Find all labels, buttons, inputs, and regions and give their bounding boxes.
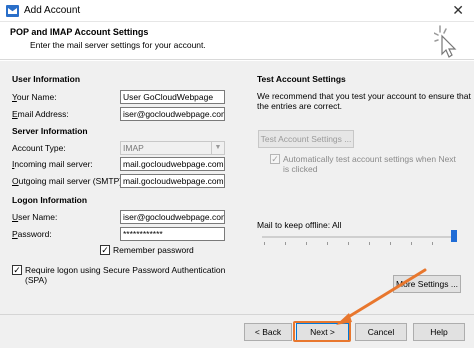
dialog-header: POP and IMAP Account Settings Enter the … — [0, 22, 474, 60]
account-type-value: IMAP — [123, 143, 144, 153]
outlook-mail-icon — [6, 5, 19, 17]
slider-tick — [411, 242, 412, 245]
header-title: POP and IMAP Account Settings — [10, 27, 149, 37]
back-button[interactable]: < Back — [244, 323, 292, 341]
title-bar: Add Account ✕ — [0, 0, 474, 22]
next-button-highlight — [293, 321, 351, 342]
outgoing-server-input[interactable]: mail.gocloudwebpage.com — [120, 174, 225, 188]
mail-offline-value: All — [332, 220, 342, 230]
account-type-label: Account Type: — [12, 143, 66, 153]
user-name-label: User Name: — [12, 212, 58, 222]
email-address-input[interactable]: iser@gocloudwebpage.com — [120, 107, 225, 121]
footer-divider — [0, 314, 474, 315]
password-input[interactable]: ************ — [120, 227, 225, 241]
outgoing-server-label: Outgoing mail server (SMTP): — [12, 176, 125, 186]
slider-tick — [306, 242, 307, 245]
help-button[interactable]: Help — [413, 323, 465, 341]
section-test-account-settings: Test Account Settings — [257, 74, 346, 84]
test-description-line2: the entries are correct. — [257, 101, 343, 111]
cancel-button[interactable]: Cancel — [355, 323, 407, 341]
mail-offline-slider-track[interactable] — [262, 236, 457, 238]
your-name-label: Your Name: — [12, 92, 57, 102]
close-icon[interactable]: ✕ — [452, 2, 464, 19]
email-address-label: Email Address: — [12, 109, 69, 119]
section-server-information: Server Information — [12, 126, 88, 136]
your-name-input[interactable]: User GoCloudWebpage — [120, 90, 225, 104]
test-account-settings-button[interactable]: Test Account Settings ... — [258, 130, 354, 148]
account-type-select: IMAP ▼ — [120, 141, 225, 155]
test-description-line1: We recommend that you test your account … — [257, 91, 471, 101]
chevron-down-icon: ▼ — [211, 142, 224, 154]
mail-offline-label: Mail to keep offline: All — [257, 220, 342, 230]
remember-password-checkbox[interactable]: ✓ — [100, 245, 110, 255]
password-label: Password: — [12, 229, 52, 239]
slider-tick — [327, 242, 328, 245]
incoming-server-label: Incoming mail server: — [12, 159, 93, 169]
require-spa-label-line2: (SPA) — [25, 275, 48, 285]
slider-tick — [369, 242, 370, 245]
header-subtitle: Enter the mail server settings for your … — [30, 40, 206, 50]
slider-tick — [264, 242, 265, 245]
auto-test-label-line1: Automatically test account settings when… — [283, 154, 456, 164]
incoming-server-input[interactable]: mail.gocloudwebpage.com — [120, 157, 225, 171]
auto-test-checkbox[interactable]: ✓ — [270, 154, 280, 164]
require-spa-label-line1: Require logon using Secure Password Auth… — [25, 265, 226, 275]
remember-password-label: Remember password — [113, 245, 194, 255]
mail-offline-slider-thumb[interactable] — [451, 230, 457, 242]
user-name-input[interactable]: iser@gocloudwebpage.com — [120, 210, 225, 224]
more-settings-button[interactable]: More Settings ... — [393, 275, 461, 293]
slider-tick — [348, 242, 349, 245]
pointer-cursor-icon — [434, 25, 457, 58]
require-spa-checkbox[interactable]: ✓ — [12, 265, 22, 275]
slider-tick — [432, 242, 433, 245]
window-title: Add Account — [24, 5, 81, 16]
slider-tick — [285, 242, 286, 245]
section-user-information: User Information — [12, 74, 81, 84]
auto-test-label-line2: is clicked — [283, 164, 318, 174]
section-logon-information: Logon Information — [12, 195, 88, 205]
slider-tick — [390, 242, 391, 245]
